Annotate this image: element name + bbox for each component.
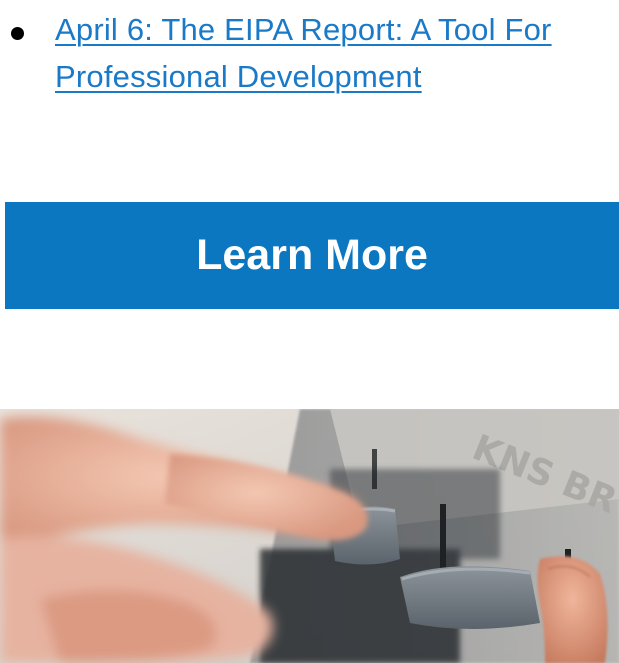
- bullet-icon: [11, 27, 24, 40]
- learn-more-button[interactable]: Learn More: [5, 202, 619, 309]
- event-link[interactable]: April 6: The EIPA Report: A Tool For Pro…: [55, 6, 552, 100]
- braille-writer-photo: KNS BR: [0, 409, 619, 663]
- event-list: April 6: The EIPA Report: A Tool For Pro…: [0, 6, 619, 100]
- list-item: April 6: The EIPA Report: A Tool For Pro…: [0, 6, 619, 100]
- page: April 6: The EIPA Report: A Tool For Pro…: [0, 0, 619, 663]
- photo-illustration: KNS BR: [0, 409, 619, 663]
